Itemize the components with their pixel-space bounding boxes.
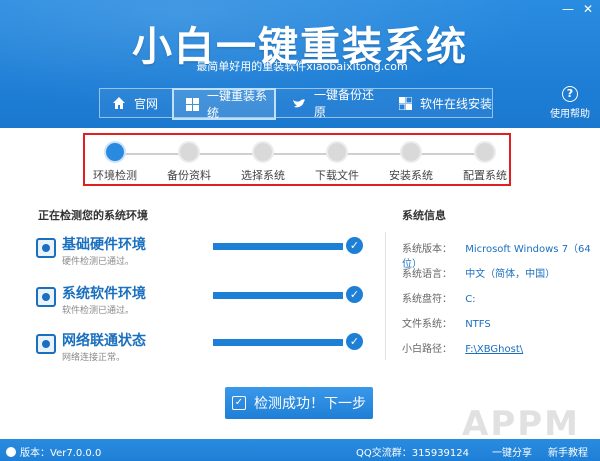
app-subtitle: 最简单好用的重装软件xiaobaixitong.com	[196, 60, 408, 73]
check-row-hardware: 基础硬件环境 硬件检测已通过。 ✓	[36, 234, 366, 270]
nav-item-label: 一键备份还原	[314, 88, 375, 119]
sysinfo-row-path: 小白路径： F:\XBGhost\	[402, 340, 523, 355]
check-desc: 软件检测已通过。	[62, 306, 135, 316]
help-label: 使用帮助	[550, 109, 590, 120]
step-select-system: 选择系统	[230, 141, 296, 183]
nav-item-backup[interactable]: 一键备份还原	[276, 88, 384, 119]
nav-item-software[interactable]: 软件在线安装	[384, 89, 492, 117]
help-button[interactable]: ? 使用帮助	[550, 86, 590, 120]
progress-fill	[213, 292, 343, 299]
question-icon: ?	[562, 86, 578, 102]
step-backup: 备份资料	[156, 141, 222, 183]
software-icon	[36, 287, 56, 307]
step-label: 下载文件	[315, 169, 359, 182]
hardware-icon	[36, 238, 56, 258]
panel-divider	[385, 232, 386, 360]
step-dot	[252, 141, 274, 163]
check-progress-bar	[213, 339, 343, 346]
step-label: 选择系统	[241, 169, 285, 182]
step-dot	[474, 141, 496, 163]
info-key: 小白路径：	[402, 344, 452, 355]
progress-steps: 环境检测 备份资料 选择系统 下载文件 安装系统 配置系统	[83, 133, 511, 186]
step-env-check: 环境检测	[82, 141, 148, 183]
check-ok-icon: ✓	[346, 333, 363, 350]
windows-icon	[186, 97, 199, 111]
info-key: 系统语言：	[402, 269, 452, 280]
progress-fill	[213, 339, 343, 346]
info-key: 系统版本：	[402, 244, 452, 255]
check-name: 系统软件环境	[62, 286, 146, 302]
next-step-button[interactable]: ✓ 检测成功！下一步	[225, 387, 373, 419]
sysinfo-title: 系统信息	[402, 209, 446, 222]
nav-item-label: 软件在线安装	[420, 96, 493, 111]
check-ok-icon: ✓	[346, 237, 363, 254]
info-value: C:	[465, 294, 476, 305]
grid-icon	[398, 96, 412, 110]
step-label: 备份资料	[167, 169, 211, 182]
nav-item-label: 一键重装系统	[207, 89, 268, 120]
version-info: 版本：Ver7.0.0.0	[6, 444, 101, 459]
home-icon	[112, 96, 126, 110]
check-desc: 网络连接正常。	[62, 353, 126, 363]
nav-item-label: 官网	[134, 96, 159, 111]
check-ok-icon: ✓	[346, 286, 363, 303]
checks-title: 正在检测您的系统环境	[38, 209, 148, 222]
share-button[interactable]: 一键分享	[492, 444, 532, 459]
step-dot	[178, 141, 200, 163]
check-progress-bar	[213, 243, 343, 250]
network-icon	[36, 334, 56, 354]
check-desc: 硬件检测已通过。	[62, 257, 135, 267]
sysinfo-row-filesystem: 文件系统： NTFS	[402, 315, 491, 330]
info-key: 文件系统：	[402, 319, 452, 330]
step-download: 下载文件	[304, 141, 370, 183]
check-row-software: 系统软件环境 软件检测已通过。 ✓	[36, 283, 366, 319]
nav-item-official-site[interactable]: 官网	[100, 89, 172, 117]
xiaobai-path-link[interactable]: F:\XBGhost\	[465, 344, 523, 355]
check-progress-bar	[213, 292, 343, 299]
step-dot	[104, 141, 126, 163]
step-label: 环境检测	[93, 169, 137, 182]
step-install: 安装系统	[378, 141, 444, 183]
header-banner: — ✕ 小白一键重装系统 最简单好用的重装软件xiaobaixitong.com…	[0, 0, 600, 128]
sysinfo-row-language: 系统语言： 中文（简体，中国）	[402, 265, 555, 280]
version-label: 版本：Ver7.0.0.0	[20, 448, 102, 459]
watermark: APPM	[462, 404, 580, 444]
step-dot	[326, 141, 348, 163]
sysinfo-row-drive: 系统盘符： C:	[402, 290, 476, 305]
step-dot	[400, 141, 422, 163]
app-logo-icon	[6, 447, 16, 457]
nav-item-reinstall[interactable]: 一键重装系统	[172, 88, 276, 120]
check-name: 基础硬件环境	[62, 237, 146, 253]
check-row-network: 网络联通状态 网络连接正常。 ✓	[36, 330, 366, 366]
footer-bar: 版本：Ver7.0.0.0 QQ交流群：315939124 一键分享 新手教程	[0, 439, 600, 461]
info-key: 系统盘符：	[402, 294, 452, 305]
main-nav: 官网 一键重装系统 一键备份还原 软件在线安装	[99, 88, 493, 120]
step-configure: 配置系统	[452, 141, 518, 183]
tutorial-button[interactable]: 新手教程	[548, 444, 588, 459]
progress-fill	[213, 243, 343, 250]
info-value: NTFS	[465, 319, 491, 330]
next-step-label: 检测成功！下一步	[254, 396, 366, 412]
step-label: 安装系统	[389, 169, 433, 182]
info-value: 中文（简体，中国）	[465, 269, 556, 280]
qq-group: QQ交流群：315939124	[356, 448, 470, 459]
check-box-icon: ✓	[232, 396, 246, 410]
bird-icon	[292, 96, 306, 110]
step-label: 配置系统	[463, 169, 507, 182]
check-name: 网络联通状态	[62, 333, 146, 349]
